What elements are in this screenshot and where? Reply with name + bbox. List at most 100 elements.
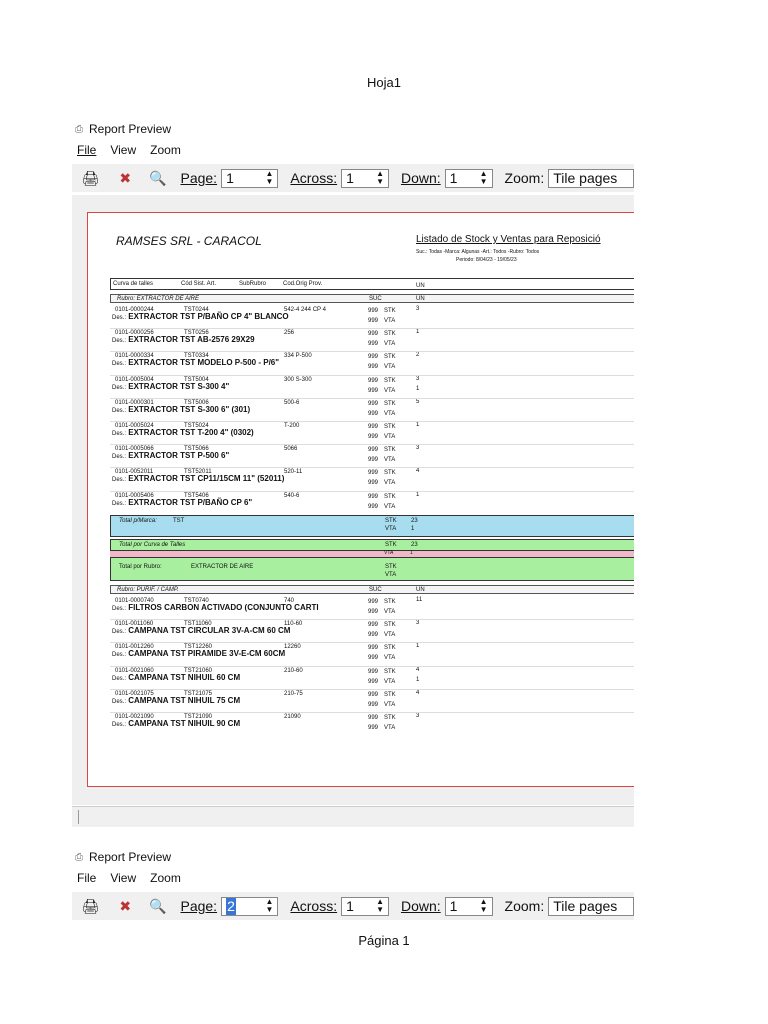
item-vta-label: VTA (384, 318, 396, 324)
item-stk-label: STK (384, 354, 396, 360)
item-suc2: 999 (368, 388, 379, 394)
print-icon[interactable]: 🖨 (80, 167, 101, 189)
close-report-icon[interactable]: ✖ (115, 167, 136, 189)
down-spinner-icon[interactable]: ▲ ▼ (480, 170, 488, 186)
table-row: 0101-0005066 TST5066 5066 Des.: EXTRACTOR T… (110, 445, 634, 467)
down-spinner-icon[interactable]: ▲ ▼ (480, 898, 488, 914)
page-label: Page: (180, 898, 218, 914)
rubro-un: UN (416, 296, 425, 302)
item-orig: 210-60 (284, 668, 303, 674)
table-row: 0101-0000334 TST0334 334 P-500 Des.: EXTRAC… (110, 352, 634, 374)
rubro-header: Rubro: PURIF. / CAMP. SUC UN (110, 585, 634, 594)
item-orig: 12260 (284, 644, 301, 650)
zoom-select[interactable]: Tile pages (548, 896, 634, 916)
window-title: ⎙ Report Preview (75, 122, 171, 136)
table-row: 0101-0000301 TST5006 500-6 Des.: EXTRACTOR … (110, 399, 634, 421)
item-orig: 21090 (284, 714, 301, 720)
table-row: 0101-0011060 TST11060 110-60 Des.: CAMPANA … (110, 620, 634, 642)
item-stk-label: STK (384, 331, 396, 337)
item-description: Des.: CAMPANA TST CIRCULAR 3V-A-CM 60 CM (112, 626, 291, 635)
item-stk: 3 (416, 306, 420, 312)
window2-title: ⎙ Report Preview (75, 850, 171, 864)
item-suc: 999 (368, 447, 379, 453)
item-stk-label: STK (384, 378, 396, 384)
row-separator (110, 398, 634, 399)
item-vta-label: VTA (384, 364, 396, 370)
item-orig: 500-6 (284, 400, 300, 406)
item-description: Des.: EXTRACTOR TST P/BAÑO CP 6" (112, 498, 253, 507)
table-row: 0101-0005406 TST5406 540-6 Des.: EXTRACTOR … (110, 492, 634, 514)
row-separator (110, 467, 634, 468)
status-bar (72, 806, 634, 827)
row-separator (110, 351, 634, 352)
search-icon[interactable]: 🔍 (148, 895, 169, 917)
zoom-select[interactable]: Tile pages (548, 168, 634, 188)
table-row: 0101-0000740 TST0740 740 Des.: FILTROS CARB… (110, 597, 634, 619)
zoom-label: Zoom: (504, 170, 545, 186)
item-orig: 540-6 (284, 493, 300, 499)
item-suc2: 999 (368, 364, 379, 370)
down-label: Down: (400, 170, 441, 186)
across-label: Across: (290, 170, 338, 186)
menu-zoom[interactable]: Zoom (150, 871, 181, 885)
item-stk-label: STK (384, 622, 396, 628)
print-icon[interactable]: 🖨 (80, 895, 101, 917)
menu-file[interactable]: File (77, 871, 96, 885)
item-stk-label: STK (384, 401, 396, 407)
item-stk-label: STK (384, 494, 396, 500)
printer-app-icon: ⎙ (75, 123, 83, 135)
row-separator (110, 444, 634, 445)
item-description: Des.: EXTRACTOR TST CP11/15CM 11" (52011… (112, 474, 285, 483)
across-spinner-icon[interactable]: ▲ ▼ (376, 170, 384, 186)
item-orig: 542-4 244 CP 4 (284, 307, 326, 313)
item-suc: 999 (368, 470, 379, 476)
sheet-title: Hoja1 (367, 75, 401, 90)
page-spinner-icon[interactable]: ▲ ▼ (266, 170, 274, 186)
item-description: Des.: EXTRACTOR TST S-300 6" (301) (112, 405, 251, 414)
menu-zoom[interactable]: Zoom (150, 143, 181, 157)
item-suc2: 999 (368, 480, 379, 486)
rubro-label: Rubro: PURIF. / CAMP. (117, 587, 179, 593)
item-orig: 256 (284, 330, 295, 336)
item-vta-label: VTA (384, 388, 396, 394)
page-input[interactable]: 1 ▲ ▼ (221, 168, 279, 188)
item-stk-label: STK (384, 645, 396, 651)
menu-view[interactable]: View (110, 871, 136, 885)
item-stk-label: STK (384, 308, 396, 314)
across-input[interactable]: 1 ▲ ▼ (341, 168, 389, 188)
item-stk: 11 (416, 597, 423, 603)
item-stk: 2 (416, 352, 420, 358)
search-icon[interactable]: 🔍 (148, 167, 169, 189)
item-suc: 999 (368, 599, 379, 605)
row-separator (110, 712, 634, 713)
item-description: Des.: CAMPANA TST NIHUIL 90 CM (112, 719, 241, 728)
item-suc: 999 (368, 645, 379, 651)
down-label: Down: (400, 898, 441, 914)
item-vta-label: VTA (384, 725, 396, 731)
item-description: Des.: CAMPANA TST NIHUIL 60 CM (112, 673, 241, 682)
menu-view[interactable]: View (110, 143, 136, 157)
table-row: 0101-0005004 TST5004 300 S-300 Des.: EXTRAC… (110, 376, 634, 398)
row-separator (110, 375, 634, 376)
across-spinner-icon[interactable]: ▲ ▼ (376, 898, 384, 914)
item-vta-label: VTA (384, 679, 396, 685)
page-input[interactable]: 2 ▲ ▼ (221, 896, 279, 916)
down-input[interactable]: 1 ▲ ▼ (444, 896, 493, 916)
rubro-header: Rubro: EXTRACTOR DE AIRE SUC UN (110, 294, 634, 303)
zoom-label: Zoom: (504, 898, 545, 914)
item-stk-label: STK (384, 599, 396, 605)
across-input[interactable]: 1 ▲ ▼ (341, 896, 389, 916)
table-row: 0101-0021060 TST21060 210-60 Des.: CAMPANA … (110, 667, 634, 689)
menu-file[interactable]: File (77, 143, 96, 157)
down-input[interactable]: 1 ▲ ▼ (444, 168, 493, 188)
page-spinner-icon[interactable]: ▲ ▼ (266, 898, 274, 914)
table-row: 0101-0012260 TST12260 12260 Des.: CAMPANA T… (110, 643, 634, 665)
item-vta: 1 (416, 677, 420, 683)
menu-bar-2: File View Zoom (77, 871, 181, 885)
item-stk: 4 (416, 667, 420, 673)
item-stk-label: STK (384, 669, 396, 675)
item-stk: 3 (416, 620, 420, 626)
item-stk: 4 (416, 468, 420, 474)
item-vta-label: VTA (384, 480, 396, 486)
close-report-icon[interactable]: ✖ (115, 895, 136, 917)
